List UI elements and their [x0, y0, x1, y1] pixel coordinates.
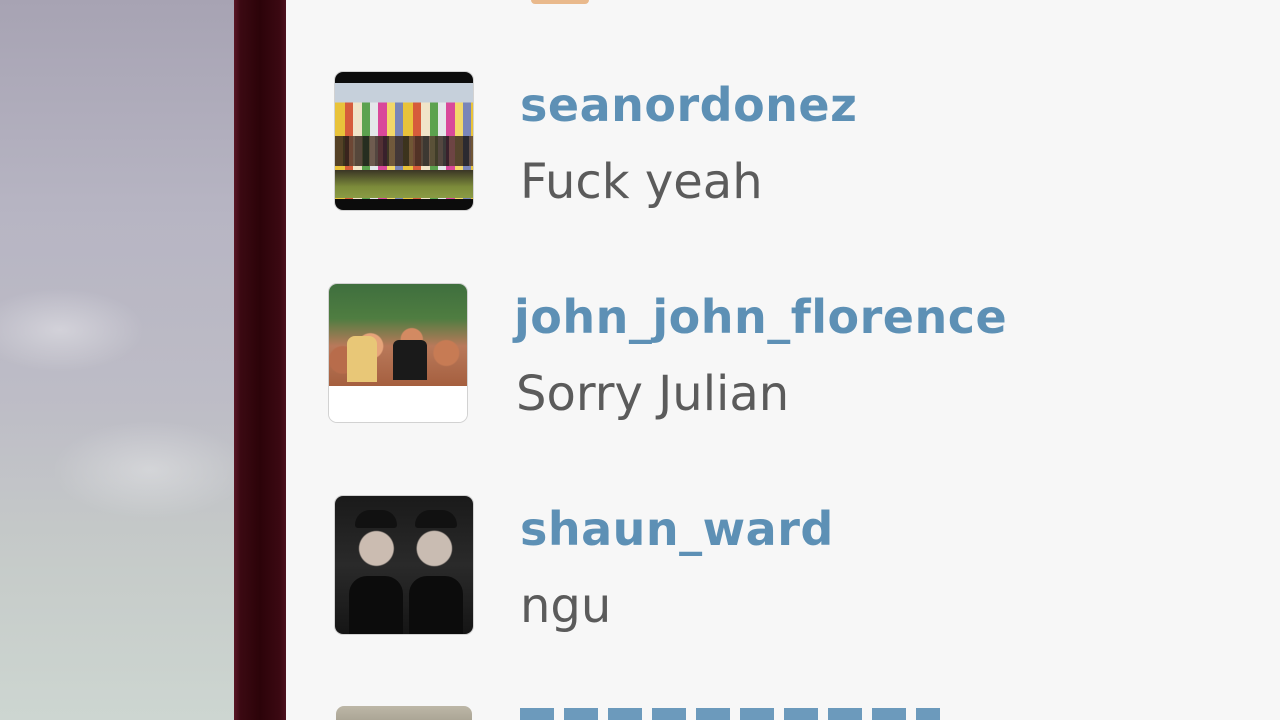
- avatar-image-detail: [415, 510, 457, 528]
- comment-item: seanordonez Fuck yeah: [286, 70, 1280, 220]
- avatar[interactable]: [335, 72, 473, 210]
- avatar-image-detail: [335, 170, 473, 198]
- comment-item: john_john_florence Sorry Julian: [286, 282, 1280, 432]
- next-item-avatar-partial[interactable]: [336, 706, 472, 720]
- comment-item: shaun_ward ngu: [286, 494, 1280, 644]
- avatar[interactable]: [329, 284, 467, 422]
- comment-username[interactable]: shaun_ward: [520, 502, 834, 556]
- avatar[interactable]: [335, 496, 473, 634]
- panel-divider: [234, 0, 286, 720]
- comments-panel[interactable]: seanordonez Fuck yeah john_john_florence…: [286, 0, 1280, 720]
- comment-username[interactable]: john_john_florence: [514, 290, 1007, 344]
- comment-message: Fuck yeah: [520, 154, 763, 210]
- avatar-image-detail: [393, 340, 427, 380]
- avatar-image-detail: [335, 136, 473, 166]
- background-photo: [0, 0, 240, 720]
- comment-message: ngu: [520, 578, 612, 634]
- previous-item-partial: [531, 0, 589, 4]
- comment-message: Sorry Julian: [516, 366, 790, 422]
- comment-username[interactable]: seanordonez: [520, 78, 857, 132]
- app-root: seanordonez Fuck yeah john_john_florence…: [0, 0, 1280, 720]
- avatar-image-detail: [409, 576, 463, 634]
- avatar-image-detail: [355, 510, 397, 528]
- avatar-image-detail: [347, 336, 377, 382]
- avatar-image-detail: [349, 576, 403, 634]
- next-item-username-partial: [520, 708, 940, 720]
